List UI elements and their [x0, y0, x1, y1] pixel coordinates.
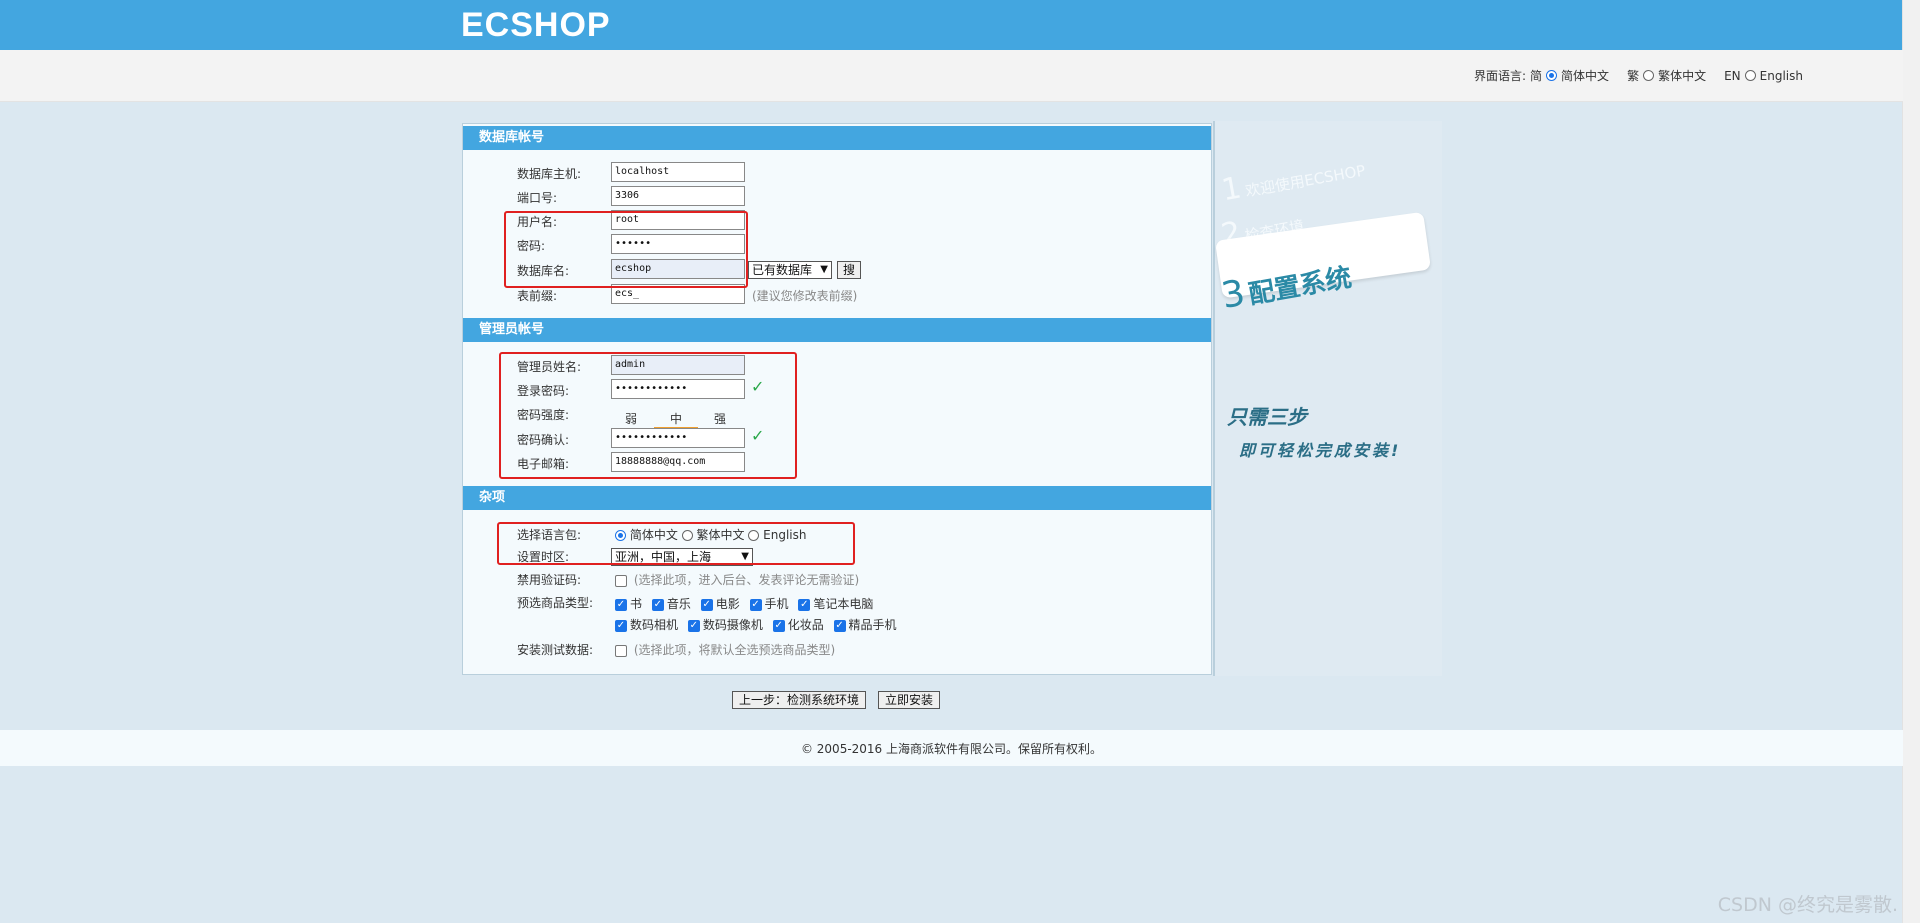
test-data-checkbox[interactable]: [615, 644, 627, 657]
checkbox-icon[interactable]: ✓: [833, 619, 846, 632]
existing-db-select[interactable]: 已有数据库 ▼: [748, 261, 832, 279]
goods-movie: 电影: [715, 597, 740, 611]
checkbox-icon[interactable]: ✓: [615, 598, 627, 611]
goods-laptop: 笔记本电脑: [813, 597, 874, 611]
language-label: 界面语言:: [1473, 69, 1527, 83]
copyright-text: © 2005-2016 上海商派软件有限公司。保留所有权利。: [800, 742, 1103, 756]
db-prefix-label: 表前缀:: [517, 289, 558, 303]
lang-radio-english[interactable]: [1744, 70, 1756, 81]
captcha-option: (选择此项，进入后台、发表评论无需验证): [615, 571, 859, 588]
lang-prefix-sc: 简: [1530, 69, 1543, 83]
captcha-checkbox[interactable]: [615, 574, 627, 587]
captcha-label: 禁用验证码:: [517, 573, 582, 587]
db-prefix-hint: (建议您修改表前缀): [752, 289, 858, 303]
prev-step-button[interactable]: 上一步：检测系统环境: [732, 691, 867, 709]
lang-radio-simplified[interactable]: [1546, 70, 1558, 81]
goods-premium-phone: 精品手机: [848, 618, 897, 632]
install-steps-panel: 1 欢迎使用ECSHOP 2 检查环境 3 配置系统 只需三步 即可轻松完成安装…: [1213, 121, 1442, 676]
misc-section-title: 杂项: [463, 486, 1211, 510]
step-1: 1 欢迎使用ECSHOP: [1219, 149, 1367, 209]
search-db-button[interactable]: 搜: [837, 261, 862, 279]
csdn-watermark: CSDN @终究是雾散.: [1717, 894, 1898, 916]
lang-prefix-tc: 繁: [1627, 69, 1640, 83]
slogan-subtitle: 即可轻松完成安装!: [1239, 441, 1402, 460]
goods-cosmetics: 化妆品: [787, 618, 824, 632]
goods-row-1: ✓ 书 ✓ 音乐 ✓ 电影 ✓ 手机 ✓ 笔记本电脑: [615, 595, 873, 612]
test-data-option: (选择此项，将默认全选预选商品类型): [615, 641, 835, 658]
db-host-label: 数据库主机:: [517, 167, 582, 181]
goods-phone: 手机: [764, 597, 789, 611]
db-port-input[interactable]: 3306: [611, 186, 745, 206]
slogan-title: 只需三步: [1227, 405, 1307, 429]
lang-prefix-en: EN: [1724, 68, 1741, 83]
lang-option-traditional[interactable]: 繁体中文: [1658, 67, 1706, 84]
checkbox-icon[interactable]: ✓: [615, 619, 627, 632]
goods-music: 音乐: [666, 597, 691, 611]
install-form: 数据库帐号 数据库主机: localhost 端口号: 3306 用户名: ro…: [462, 123, 1212, 675]
checkbox-icon[interactable]: ✓: [749, 598, 762, 611]
language-bar: 界面语言: 简 简体中文 繁 繁体中文 EN English: [0, 50, 1903, 102]
ecshop-logo: ECSHOP: [461, 6, 611, 44]
top-header: ECSHOP: [0, 0, 1903, 50]
goods-book: 书: [630, 597, 643, 611]
step-1-text: 欢迎使用ECSHOP: [1243, 161, 1367, 201]
existing-db-value: 已有数据库: [752, 263, 813, 277]
admin-section-title: 管理员帐号: [463, 318, 1211, 342]
highlight-box-admin: [499, 352, 797, 479]
checkbox-icon[interactable]: ✓: [772, 619, 785, 632]
highlight-box-db: [504, 211, 748, 288]
checkbox-icon[interactable]: ✓: [798, 598, 811, 611]
goods-camcorder: 数码摄像机: [702, 618, 763, 632]
checkbox-icon[interactable]: ✓: [687, 619, 700, 632]
page-scrollbar[interactable]: [1902, 0, 1920, 923]
test-data-label: 安装测试数据:: [517, 643, 594, 657]
step-1-number: 1: [1219, 170, 1244, 209]
install-now-button[interactable]: 立即安装: [878, 691, 941, 709]
db-port-label: 端口号:: [517, 191, 558, 205]
step-3-text: 配置系统: [1246, 262, 1354, 311]
step-3-number: 3: [1218, 272, 1249, 318]
goods-camera: 数码相机: [630, 618, 679, 632]
lang-option-english[interactable]: English: [1760, 69, 1803, 83]
goods-row-2: ✓ 数码相机 ✓ 数码摄像机 ✓ 化妆品 ✓ 精品手机: [615, 616, 897, 633]
chevron-down-icon: ▼: [820, 264, 828, 275]
captcha-hint: (选择此项，进入后台、发表评论无需验证): [633, 573, 860, 587]
db-section-title: 数据库帐号: [463, 126, 1211, 150]
highlight-box-misc: [497, 522, 855, 565]
checkbox-icon[interactable]: ✓: [700, 598, 713, 611]
footer: © 2005-2016 上海商派软件有限公司。保留所有权利。: [0, 730, 1903, 766]
lang-radio-traditional[interactable]: [1643, 70, 1655, 81]
goods-type-label: 预选商品类型:: [517, 596, 594, 610]
test-data-hint: (选择此项，将默认全选预选商品类型): [633, 643, 836, 657]
lang-option-simplified[interactable]: 简体中文: [1561, 67, 1609, 84]
checkbox-icon[interactable]: ✓: [651, 598, 664, 611]
db-host-input[interactable]: localhost: [611, 162, 745, 182]
